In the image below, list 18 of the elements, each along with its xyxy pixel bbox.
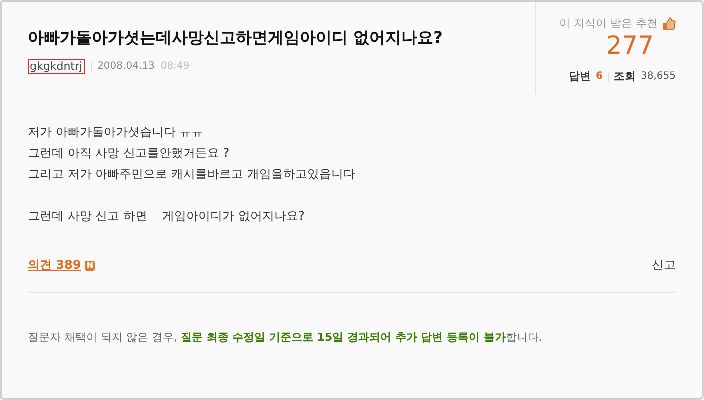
- views-label: 조회: [614, 69, 636, 84]
- recommend-count: 277: [606, 31, 654, 61]
- views-count: 38,655: [641, 71, 676, 82]
- new-badge: N: [85, 260, 96, 270]
- author-link[interactable]: gkgkdntrj: [28, 59, 85, 74]
- thumbs-up-icon[interactable]: [662, 16, 676, 30]
- answers-count: 6: [596, 71, 603, 82]
- post-time: 08:49: [160, 61, 190, 72]
- body-text: 저가 아빠가돌아가셧습니다 ㅠㅠ: [28, 124, 205, 141]
- body-text: 그런데 아직 사망 신고를안했거든요 ?: [28, 145, 231, 162]
- body-text: 그런데 사망 신고 하면 게임아이디가 없어지나요?: [28, 208, 306, 225]
- question-title: 아빠가돌아가셧는데사망신고하면게임아이디 없어지나요?: [28, 28, 443, 49]
- report-link[interactable]: 신고: [652, 257, 676, 274]
- body-text: 그리고 저가 아빠주민으로 캐시를바르고 개임을하고있읍니다: [28, 166, 356, 183]
- post-date: 2008.04.13: [98, 61, 155, 72]
- recommend-label: 이 지식이 받은 추천: [560, 16, 658, 31]
- notice-text: 질문자 채택이 되지 않은 경우, 질문 최종 수정일 기준으로 15일 경과되어 추가 답변 등록이 불가합니다.: [28, 330, 544, 345]
- answers-label: 답변: [569, 69, 592, 84]
